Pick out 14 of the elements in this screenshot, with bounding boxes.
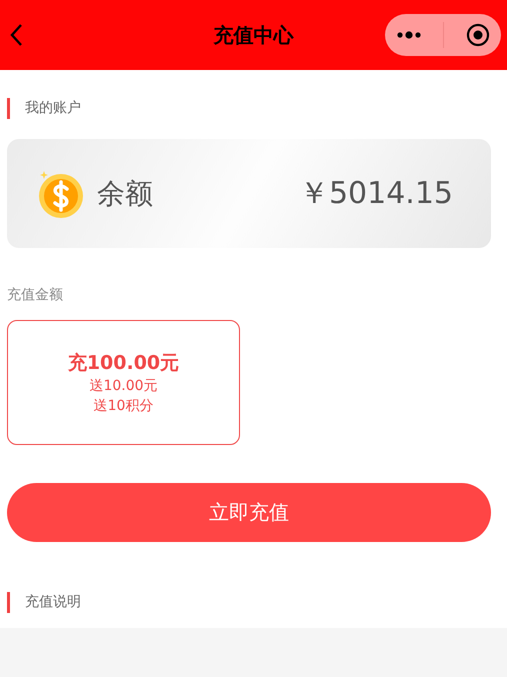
- section-heading: 充值说明: [7, 592, 81, 613]
- balance-amount: ￥5014.15: [298, 175, 453, 213]
- page-title: 充值中心: [214, 22, 294, 48]
- close-target-icon[interactable]: [466, 23, 490, 47]
- back-icon[interactable]: [9, 23, 23, 47]
- section-heading: 充值金额: [7, 286, 63, 304]
- recharge-button[interactable]: 立即充值: [7, 483, 491, 542]
- package-option[interactable]: 充100.00元 送10.00元 送10积分: [7, 320, 240, 445]
- package-amount: 充100.00元: [68, 350, 180, 376]
- package-points: 送10积分: [94, 396, 154, 416]
- more-icon[interactable]: [396, 30, 422, 40]
- balance-label: 余额: [97, 176, 153, 212]
- section-heading: 我的账户: [7, 98, 81, 119]
- package-bonus: 送10.00元: [89, 376, 158, 396]
